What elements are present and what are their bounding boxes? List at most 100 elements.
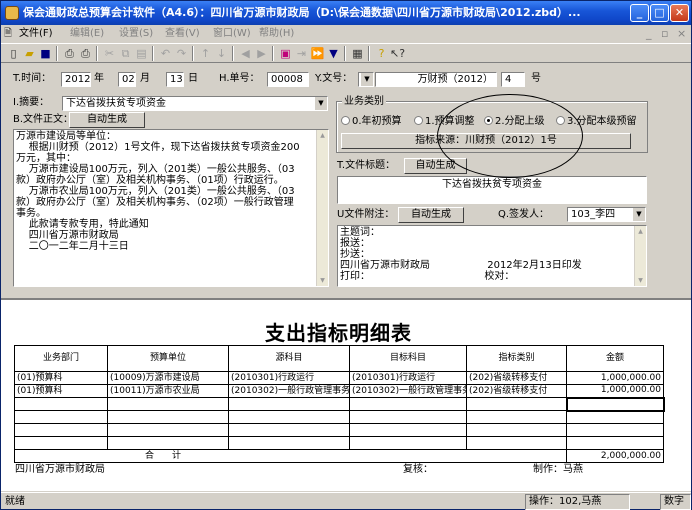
- file-body-label: B.文件正文：: [13, 114, 74, 125]
- year-field[interactable]: 2012: [61, 72, 91, 87]
- fast-forward-icon[interactable]: ⏩: [310, 46, 325, 61]
- bill-no-label: H.单号：: [219, 73, 260, 84]
- scroll-down-icon[interactable]: ▼: [635, 275, 646, 286]
- radio-dot: [414, 116, 423, 125]
- column-header: 金额: [566, 345, 664, 372]
- next-icon[interactable]: ▶: [254, 46, 269, 61]
- mdi-minimize-icon[interactable]: _: [646, 25, 652, 42]
- move-down-icon[interactable]: ↓: [214, 46, 229, 61]
- radio-allocate-local[interactable]: 3.分配本级预留: [556, 115, 637, 128]
- time-label: T.时间：: [13, 73, 52, 84]
- menu-window[interactable]: 窗口(W): [213, 25, 251, 42]
- detail-table: 业务部门 预算单位 源科目 目标科目 指标类别 金额 (01)预算科 (1000…: [14, 345, 665, 463]
- app-icon: [5, 6, 19, 20]
- context-help-icon[interactable]: ↖?: [390, 46, 405, 61]
- report-title: 支出指标明细表: [265, 321, 412, 345]
- file-body-textarea[interactable]: 万源市建设局等单位： 根据川财预（2012）1号文件，现下达省拨扶贫专项资金20…: [13, 129, 329, 287]
- doc-no-text-field[interactable]: 万财预（2012）: [375, 72, 497, 87]
- status-ready: 就绪: [5, 496, 25, 507]
- chevron-down-icon: ▼: [632, 208, 645, 221]
- scroll-up-icon[interactable]: ▲: [635, 226, 646, 237]
- chevron-down-icon: ▼: [314, 97, 327, 110]
- menu-settings[interactable]: 设置(S): [119, 25, 153, 42]
- day-field[interactable]: 13: [166, 72, 184, 87]
- file-title-label: T.文件标题：: [337, 160, 396, 171]
- table-cell: 1,000,000.00: [566, 384, 664, 398]
- main-window: 保会通财政总预算会计软件（A4.6）：四川省万源市财政局（D:\保会通数据\四川…: [0, 0, 692, 510]
- help-icon[interactable]: ?: [374, 46, 389, 61]
- mdi-restore-icon[interactable]: ▫: [661, 25, 668, 42]
- cut-icon[interactable]: ✂: [102, 46, 117, 61]
- minimize-button[interactable]: _: [630, 4, 649, 22]
- doc-no-num-field[interactable]: 4: [501, 72, 525, 87]
- table-row[interactable]: [14, 396, 665, 412]
- scroll-up-icon[interactable]: ▲: [317, 130, 328, 141]
- status-operator: 操作：102,马燕: [525, 494, 630, 510]
- paste-icon[interactable]: ▤: [134, 46, 149, 61]
- column-header: 业务部门: [14, 345, 108, 372]
- chevron-down-icon: ▼: [360, 73, 373, 86]
- table-cell: (2010301)行政运行: [349, 371, 467, 385]
- radio-annual-budget[interactable]: 0.年初预算: [341, 115, 402, 128]
- title-bar[interactable]: 保会通财政总预算会计软件（A4.6）：四川省万源市财政局（D:\保会通数据\四川…: [1, 1, 691, 25]
- menu-help[interactable]: 帮助(H): [259, 25, 294, 42]
- abstract-dropdown[interactable]: 下达省拨扶贫专项资金 ▼: [62, 96, 328, 111]
- signer-label: Q.签发人：: [498, 209, 550, 220]
- menu-file[interactable]: 文件(F): [19, 25, 53, 42]
- footer-maker: 制作：马燕: [533, 464, 583, 475]
- scroll-down-icon[interactable]: ▼: [317, 275, 328, 286]
- attach-scrollbar[interactable]: ▲ ▼: [634, 226, 646, 286]
- table-cell: (202)省级转移支付: [466, 384, 567, 398]
- body-scrollbar[interactable]: ▲ ▼: [316, 130, 328, 286]
- status-mode: 数字: [660, 494, 691, 510]
- mdi-close-icon[interactable]: ×: [677, 25, 686, 42]
- table-header-row: 业务部门 预算单位 源科目 目标科目 指标类别 金额: [14, 345, 664, 372]
- window-title: 保会通财政总预算会计软件（A4.6）：四川省万源市财政局（D:\保会通数据\四川…: [23, 6, 581, 19]
- file-title-field[interactable]: 下达省拨扶贫专项资金: [337, 176, 647, 204]
- open-icon[interactable]: ▰: [22, 46, 37, 61]
- auto-generate-body-button[interactable]: 自动生成: [69, 112, 145, 128]
- new-icon[interactable]: ▯: [6, 46, 21, 61]
- signer-dropdown[interactable]: 103_李四 ▼: [567, 207, 646, 222]
- redo-icon[interactable]: ↷: [174, 46, 189, 61]
- indicator-source-button[interactable]: 指标来源：川财预（2012）1号: [341, 133, 631, 149]
- undo-icon[interactable]: ↶: [158, 46, 173, 61]
- bill-no-field[interactable]: 00008: [267, 72, 309, 87]
- doc-icon[interactable]: 🗎: [4, 25, 12, 42]
- radio-budget-adjust[interactable]: 1.预算调整: [414, 115, 475, 128]
- prev-icon[interactable]: ◀: [238, 46, 253, 61]
- save-icon[interactable]: ■: [38, 46, 53, 61]
- close-button[interactable]: ✕: [670, 4, 689, 22]
- doc-no-unit: 号: [531, 73, 541, 84]
- radio-allocate-upper[interactable]: 2.分配上级: [484, 115, 545, 128]
- footer-review: 复核：: [403, 464, 433, 475]
- table-row[interactable]: (01)预算科 (10011)万源市农业局 (2010302)一般行政管理事务 …: [14, 384, 664, 398]
- table-row[interactable]: [14, 410, 664, 424]
- month-field[interactable]: 02: [118, 72, 136, 87]
- menu-view[interactable]: 查看(V): [165, 25, 200, 42]
- calculator-icon[interactable]: ▦: [350, 46, 365, 61]
- table-cell: 1,000,000.00: [566, 371, 664, 385]
- table-cell: (202)省级转移支付: [466, 371, 567, 385]
- table-row[interactable]: [14, 436, 664, 450]
- auto-generate-title-button[interactable]: 自动生成: [404, 158, 467, 174]
- filter-icon[interactable]: ▼: [326, 46, 341, 61]
- file-attach-textarea[interactable]: 主题词： 报送： 抄送： 四川省万源市财政局 2012年2月13日印发 打印： …: [337, 225, 647, 287]
- file-attach-text: 主题词： 报送： 抄送： 四川省万源市财政局 2012年2月13日印发 打印： …: [340, 227, 582, 282]
- table-cell: (10009)万源市建设局: [107, 371, 229, 385]
- forward-icon[interactable]: ⇥: [294, 46, 309, 61]
- maximize-button[interactable]: □: [650, 4, 669, 22]
- file-body-text: 万源市建设局等单位： 根据川财预（2012）1号文件，现下达省拨扶贫专项资金20…: [16, 131, 300, 252]
- table-row[interactable]: (01)预算科 (10009)万源市建设局 (2010301)行政运行 (201…: [14, 371, 664, 385]
- auto-generate-attach-button[interactable]: 自动生成: [398, 207, 464, 223]
- print-icon[interactable]: ⎙: [78, 46, 93, 61]
- table-row[interactable]: [14, 423, 664, 437]
- move-up-icon[interactable]: ↑: [198, 46, 213, 61]
- table-cell: (01)预算科: [14, 384, 108, 398]
- abstract-value: 下达省拨扶贫专项资金: [66, 98, 166, 109]
- menu-edit[interactable]: 编辑(E): [70, 25, 104, 42]
- record-icon[interactable]: ▣: [278, 46, 293, 61]
- copy-icon[interactable]: ⧉: [118, 46, 133, 61]
- doc-no-dropdown[interactable]: ▼: [358, 72, 374, 87]
- print-preview-icon[interactable]: ⎙: [62, 46, 77, 61]
